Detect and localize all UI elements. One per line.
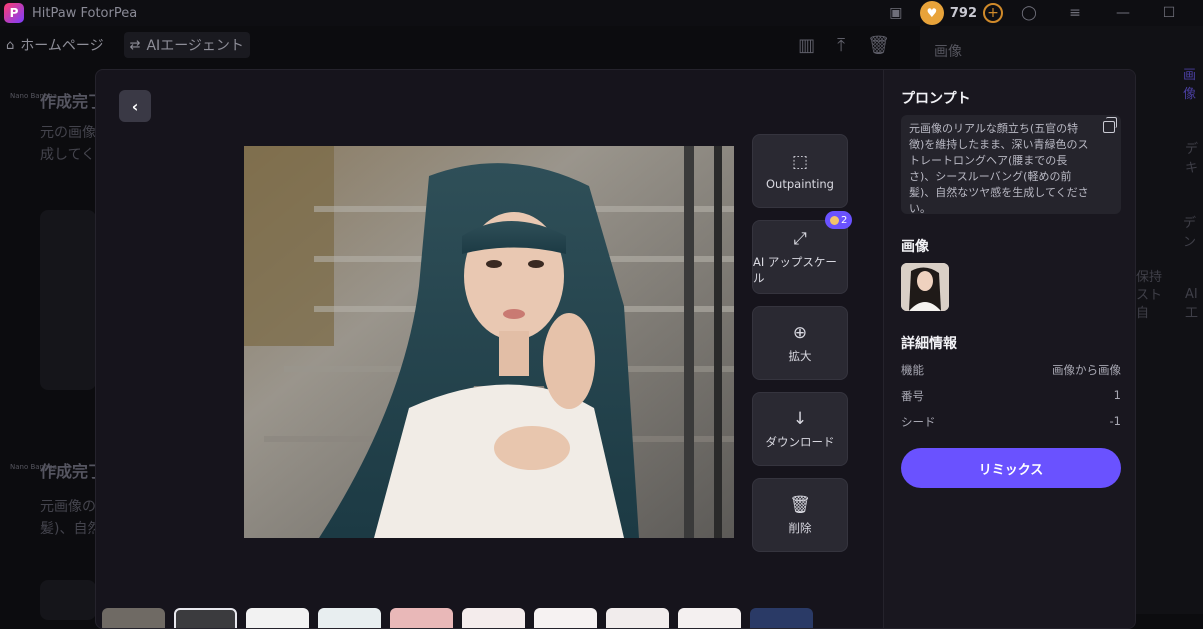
thumbnail[interactable] xyxy=(534,608,597,628)
coin-icon xyxy=(830,215,839,225)
background-text: デキ xyxy=(1185,142,1199,176)
background-text: スト xyxy=(1136,288,1163,303)
tool-label: 削除 xyxy=(788,521,812,535)
home-icon: ⌂ xyxy=(6,37,15,53)
download-button[interactable]: ↓ ダウンロード xyxy=(752,392,848,466)
cost-value: 2 xyxy=(841,214,848,226)
book-icon[interactable]: ▥ xyxy=(798,35,815,56)
history-item-text: 髪)、自然 xyxy=(40,521,102,537)
portrait-image xyxy=(244,146,734,538)
outpainting-button[interactable]: ⬚ Outpainting xyxy=(752,134,848,208)
titlebar-controls: ▣ ♥ 792 + ◯ ≡ — ☐ xyxy=(886,0,1203,26)
upscale-icon: ⤢ xyxy=(793,229,807,249)
thumbnail[interactable] xyxy=(678,608,741,628)
image-section-title: 画像 xyxy=(901,239,929,255)
back-button[interactable]: ‹ xyxy=(119,90,151,122)
tool-label: ダウンロード xyxy=(765,435,835,449)
nav-home-label: ホームページ xyxy=(20,38,104,54)
app-title: HitPaw FotorPea xyxy=(32,5,138,21)
nav-agent-label: AIエージェント xyxy=(146,38,244,54)
nav-bar: ⌂ ホームページ ⇄ AIエージェント ▥ ⤒ 🗑 xyxy=(0,30,920,60)
detail-label: シード xyxy=(901,415,936,429)
account-icon[interactable]: ◯ xyxy=(1019,3,1039,23)
reference-image xyxy=(901,263,949,311)
tool-label: 拡大 xyxy=(788,349,812,363)
generated-image xyxy=(244,146,734,538)
trash-icon: 🗑 xyxy=(789,495,811,515)
chevron-left-icon: ‹ xyxy=(131,96,139,116)
upload-icon[interactable]: ⤒ xyxy=(837,35,845,56)
background-text: AI工 xyxy=(1185,287,1199,321)
thumbnail[interactable] xyxy=(750,608,813,628)
title-bar: P HitPaw FotorPea ▣ ♥ 792 + ◯ ≡ — ☐ xyxy=(0,0,1203,26)
minimize-icon[interactable]: — xyxy=(1113,3,1133,23)
copy-icon[interactable] xyxy=(1103,117,1117,133)
thumbnail[interactable] xyxy=(102,608,165,628)
credits-count: 792 xyxy=(949,5,977,21)
nav-home[interactable]: ⌂ ホームページ xyxy=(0,32,110,58)
background-text: 保持 xyxy=(1136,270,1163,285)
history-item-text: 元画像の xyxy=(40,499,96,515)
nav-ai-agent[interactable]: ⇄ AIエージェント xyxy=(123,32,250,58)
history-card[interactable] xyxy=(40,580,96,620)
history-item-text: 元の画像 xyxy=(40,125,96,141)
zoom-button[interactable]: ⊕ 拡大 xyxy=(752,306,848,380)
detail-row-seed: シード -1 xyxy=(901,414,1121,430)
detail-value: -1 xyxy=(1109,414,1121,428)
info-panel: プロンプト 元画像のリアルな顔立ち(五官の特徴)を維持したまま、深い青緑色のスト… xyxy=(883,70,1135,628)
add-credits-icon[interactable]: + xyxy=(983,3,1003,23)
background-panel-title: 画像 xyxy=(934,44,962,60)
thumbnail[interactable] xyxy=(246,608,309,628)
thumbnail[interactable] xyxy=(606,608,669,628)
coin-icon: ♥ xyxy=(919,1,944,25)
thumbnail[interactable] xyxy=(318,608,381,628)
detail-row-function: 機能 画像から画像 xyxy=(901,362,1121,378)
background-text: 自 xyxy=(1136,306,1150,321)
zoom-in-icon: ⊕ xyxy=(792,323,808,343)
detail-value: 1 xyxy=(1113,388,1121,402)
prompt-box: 元画像のリアルな顔立ち(五官の特徴)を維持したまま、深い青緑色のストレートロング… xyxy=(901,115,1121,215)
tool-label: Outpainting xyxy=(766,177,834,191)
details-title: 詳細情報 xyxy=(901,336,957,352)
history-card[interactable] xyxy=(40,210,96,390)
remix-button[interactable]: リミックス xyxy=(901,448,1121,488)
image-preview-modal: ‹ ⬚ Outpainting ⤢ AI アップスケール 2 ⊕ 拡大 ↓ ダウ… xyxy=(95,69,1136,629)
thumbnail[interactable] xyxy=(462,608,525,628)
menu-icon[interactable]: ≡ xyxy=(1065,3,1085,23)
prompt-text: 元画像のリアルな顔立ち(五官の特徴)を維持したまま、深い青緑色のストレートロング… xyxy=(909,122,1089,215)
thumbnail-selected[interactable] xyxy=(174,608,237,628)
tool-label: AI アップスケール xyxy=(753,255,837,285)
background-tab: 画像 xyxy=(1183,68,1197,102)
background-text: デン xyxy=(1183,216,1197,250)
cost-badge: 2 xyxy=(825,211,853,229)
maximize-icon[interactable]: ☐ xyxy=(1159,3,1179,23)
detail-label: 番号 xyxy=(901,389,924,403)
download-icon: ↓ xyxy=(792,409,808,429)
outpainting-icon: ⬚ xyxy=(791,152,809,172)
thumbnail[interactable] xyxy=(390,608,453,628)
messages-icon[interactable]: ▣ xyxy=(886,3,906,23)
thumbnail-strip xyxy=(102,608,813,628)
app-logo-icon: P xyxy=(4,3,24,23)
delete-button[interactable]: 🗑 削除 xyxy=(752,478,848,552)
upscale-button[interactable]: ⤢ AI アップスケール xyxy=(752,220,848,294)
prompt-title: プロンプト xyxy=(901,91,971,107)
trash-icon[interactable]: 🗑 xyxy=(867,35,890,56)
detail-value: 画像から画像 xyxy=(1052,363,1121,377)
nav-actions: ▥ ⤒ 🗑 xyxy=(798,30,890,60)
swap-icon: ⇄ xyxy=(129,37,141,53)
detail-row-number: 番号 1 xyxy=(901,388,1121,404)
reference-image-thumbnail[interactable] xyxy=(901,263,949,311)
detail-label: 機能 xyxy=(901,363,924,377)
